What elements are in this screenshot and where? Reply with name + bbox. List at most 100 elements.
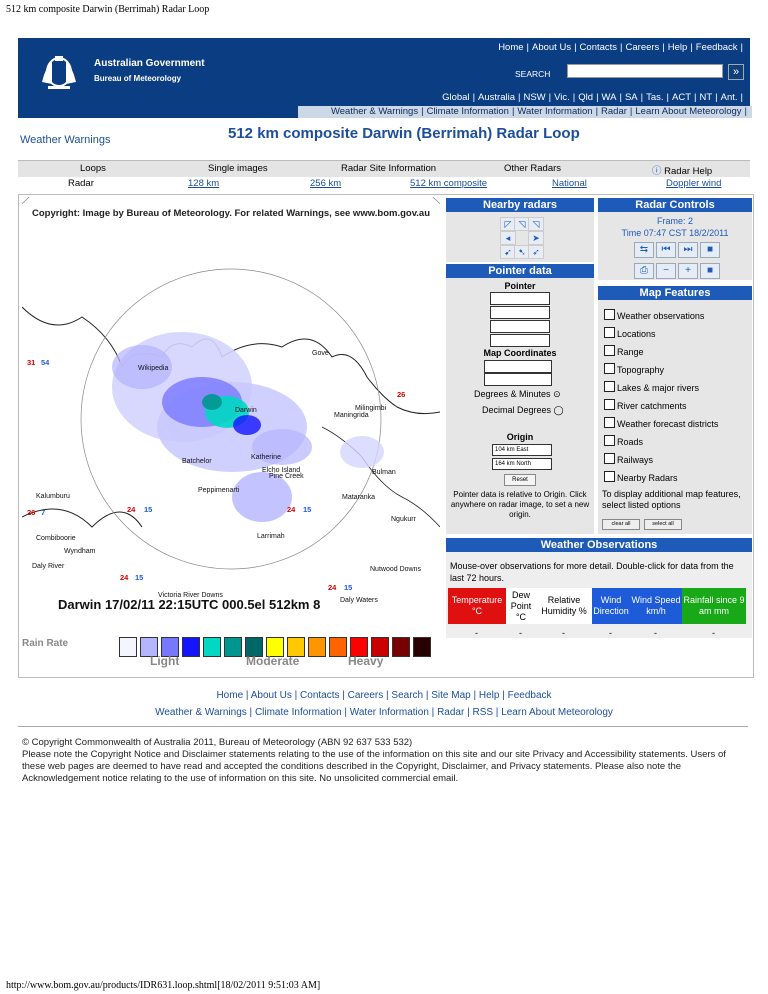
footer-home[interactable]: Home <box>216 690 243 701</box>
footer-weather[interactable]: Weather & Warnings <box>155 707 247 718</box>
feature-weather-obs-checkbox[interactable]: Weather observations <box>604 309 704 321</box>
reset-button[interactable]: Reset <box>504 474 536 486</box>
subtab-512km[interactable]: 512 km composite <box>410 178 487 189</box>
subtab-128km[interactable]: 128 km <box>188 178 219 189</box>
zoom-out-icon[interactable]: − <box>656 263 676 279</box>
radio-unselected-icon[interactable]: ◯ <box>554 405 564 415</box>
tab-radar-site-info[interactable]: Radar Site Information <box>341 163 436 174</box>
checkbox[interactable] <box>604 417 615 428</box>
feature-nearby-radars-checkbox[interactable]: Nearby Radars <box>604 471 678 483</box>
feature-locations-checkbox[interactable]: Locations <box>604 327 656 339</box>
nearby-radar-e-button[interactable]: ➤ <box>528 231 544 245</box>
degrees-minutes-option[interactable]: Degrees & Minutes ⊙ <box>474 389 561 400</box>
nav-home[interactable]: Home <box>498 42 523 53</box>
feature-catchments-checkbox[interactable]: River catchments <box>604 399 687 411</box>
checkbox[interactable] <box>604 363 615 374</box>
footer-careers[interactable]: Careers <box>348 690 384 701</box>
tab-loops[interactable]: Loops <box>80 163 106 174</box>
nav-weather-warnings[interactable]: Weather & Warnings <box>331 106 418 117</box>
nearby-radar-w-button[interactable]: ◂ <box>500 231 516 245</box>
swap-icon[interactable]: ⇆ <box>634 242 654 258</box>
feature-districts-checkbox[interactable]: Weather forecast districts <box>604 417 718 429</box>
feature-range-checkbox[interactable]: Range <box>604 345 644 357</box>
nav-ant[interactable]: Ant. <box>721 92 738 103</box>
place-label: Maningrida <box>334 412 369 419</box>
nearby-radar-se-button[interactable]: ➶ <box>528 245 544 259</box>
nav-australia[interactable]: Australia <box>478 92 515 103</box>
rain-rate-color-cell <box>413 637 431 657</box>
feature-topography-checkbox[interactable]: Topography <box>604 363 664 375</box>
nav-nsw[interactable]: NSW <box>523 92 545 103</box>
checkbox[interactable] <box>604 399 615 410</box>
pause-icon[interactable]: ■ <box>700 263 720 279</box>
step-forward-icon[interactable]: ⏭ <box>678 242 698 258</box>
select-all-button[interactable]: select all <box>644 519 682 530</box>
nav-wa[interactable]: WA <box>602 92 617 103</box>
footer-search[interactable]: Search <box>391 690 423 701</box>
radio-selected-icon[interactable]: ⊙ <box>553 389 561 399</box>
svg-text:54: 54 <box>41 358 50 367</box>
footer-learn[interactable]: Learn About Meteorology <box>501 707 613 718</box>
nav-water[interactable]: Water Information <box>517 106 592 117</box>
search-go-button[interactable]: » <box>728 64 744 80</box>
nav-vic[interactable]: Vic. <box>554 92 570 103</box>
search-input[interactable] <box>567 64 723 78</box>
weather-warnings-link[interactable]: Weather Warnings <box>20 134 110 146</box>
nav-about[interactable]: About Us <box>532 42 571 53</box>
checkbox[interactable] <box>604 435 615 446</box>
feature-railways-checkbox[interactable]: Railways <box>604 453 653 465</box>
obs-value-wind-speed: - <box>654 628 657 638</box>
checkbox[interactable] <box>604 345 615 356</box>
origin-label: Origin <box>506 432 534 442</box>
checkbox[interactable] <box>604 381 615 392</box>
step-back-icon[interactable]: ⏮ <box>656 242 676 258</box>
nav-sa[interactable]: SA <box>625 92 638 103</box>
tab-single-images[interactable]: Single images <box>208 163 268 174</box>
checkbox[interactable] <box>604 327 615 338</box>
obs-value-rainfall: - <box>712 628 715 638</box>
decimal-degrees-option[interactable]: Decimal Degrees ◯ <box>482 405 564 416</box>
feature-roads-checkbox[interactable]: Roads <box>604 435 643 447</box>
subtab-national[interactable]: National <box>552 178 587 189</box>
print-icon[interactable]: ⎙ <box>634 263 654 279</box>
subtab-256km[interactable]: 256 km <box>310 178 341 189</box>
map-coordinate-1 <box>484 360 552 373</box>
nav-global[interactable]: Global <box>442 92 469 103</box>
checkbox[interactable] <box>604 453 615 464</box>
footer-radar[interactable]: Radar <box>437 707 464 718</box>
nav-act[interactable]: ACT <box>672 92 691 103</box>
nav-tas[interactable]: Tas. <box>646 92 663 103</box>
footer-feedback[interactable]: Feedback <box>508 690 552 701</box>
footer-water[interactable]: Water Information <box>350 707 429 718</box>
section-nav: Weather & Warnings | Climate Information | W… <box>298 106 752 118</box>
nav-feedback[interactable]: Feedback <box>696 42 738 53</box>
place-label: Peppimenarti <box>198 487 240 494</box>
clear-all-button[interactable]: clear all <box>602 519 640 530</box>
footer-climate[interactable]: Climate Information <box>255 707 342 718</box>
nav-careers[interactable]: Careers <box>626 42 660 53</box>
nav-nt[interactable]: NT <box>699 92 712 103</box>
nav-learn[interactable]: Learn About Meteorology <box>635 106 741 117</box>
footer-about[interactable]: About Us <box>251 690 292 701</box>
footer-help[interactable]: Help <box>479 690 500 701</box>
nav-radar[interactable]: Radar <box>601 106 627 117</box>
subtab-doppler-wind[interactable]: Doppler wind <box>666 178 721 189</box>
nav-contacts[interactable]: Contacts <box>580 42 618 53</box>
nav-help[interactable]: Help <box>668 42 688 53</box>
nav-qld[interactable]: Qld <box>578 92 593 103</box>
nearby-radar-ne-button[interactable]: ◹ <box>528 217 544 231</box>
zoom-in-icon[interactable]: + <box>678 263 698 279</box>
checkbox[interactable] <box>604 471 615 482</box>
tab-other-radars[interactable]: Other Radars <box>504 163 561 174</box>
place-label: Elcho Island <box>262 467 300 474</box>
tab-radar-help[interactable]: ⓘ Radar Help <box>652 163 712 177</box>
checkbox[interactable] <box>604 309 615 320</box>
radar-caption: Darwin 17/02/11 22:15UTC 000.5el 512km 8 <box>58 597 320 612</box>
footer-contacts[interactable]: Contacts <box>300 690 339 701</box>
radar-image[interactable]: Wikipedia Kalumburu Wyndham Daly River D… <box>22 197 440 615</box>
footer-sitemap[interactable]: Site Map <box>431 690 470 701</box>
nav-climate[interactable]: Climate Information <box>427 106 509 117</box>
feature-lakes-checkbox[interactable]: Lakes & major rivers <box>604 381 699 393</box>
footer-rss[interactable]: RSS <box>472 707 493 718</box>
stop-icon[interactable]: ■ <box>700 242 720 258</box>
